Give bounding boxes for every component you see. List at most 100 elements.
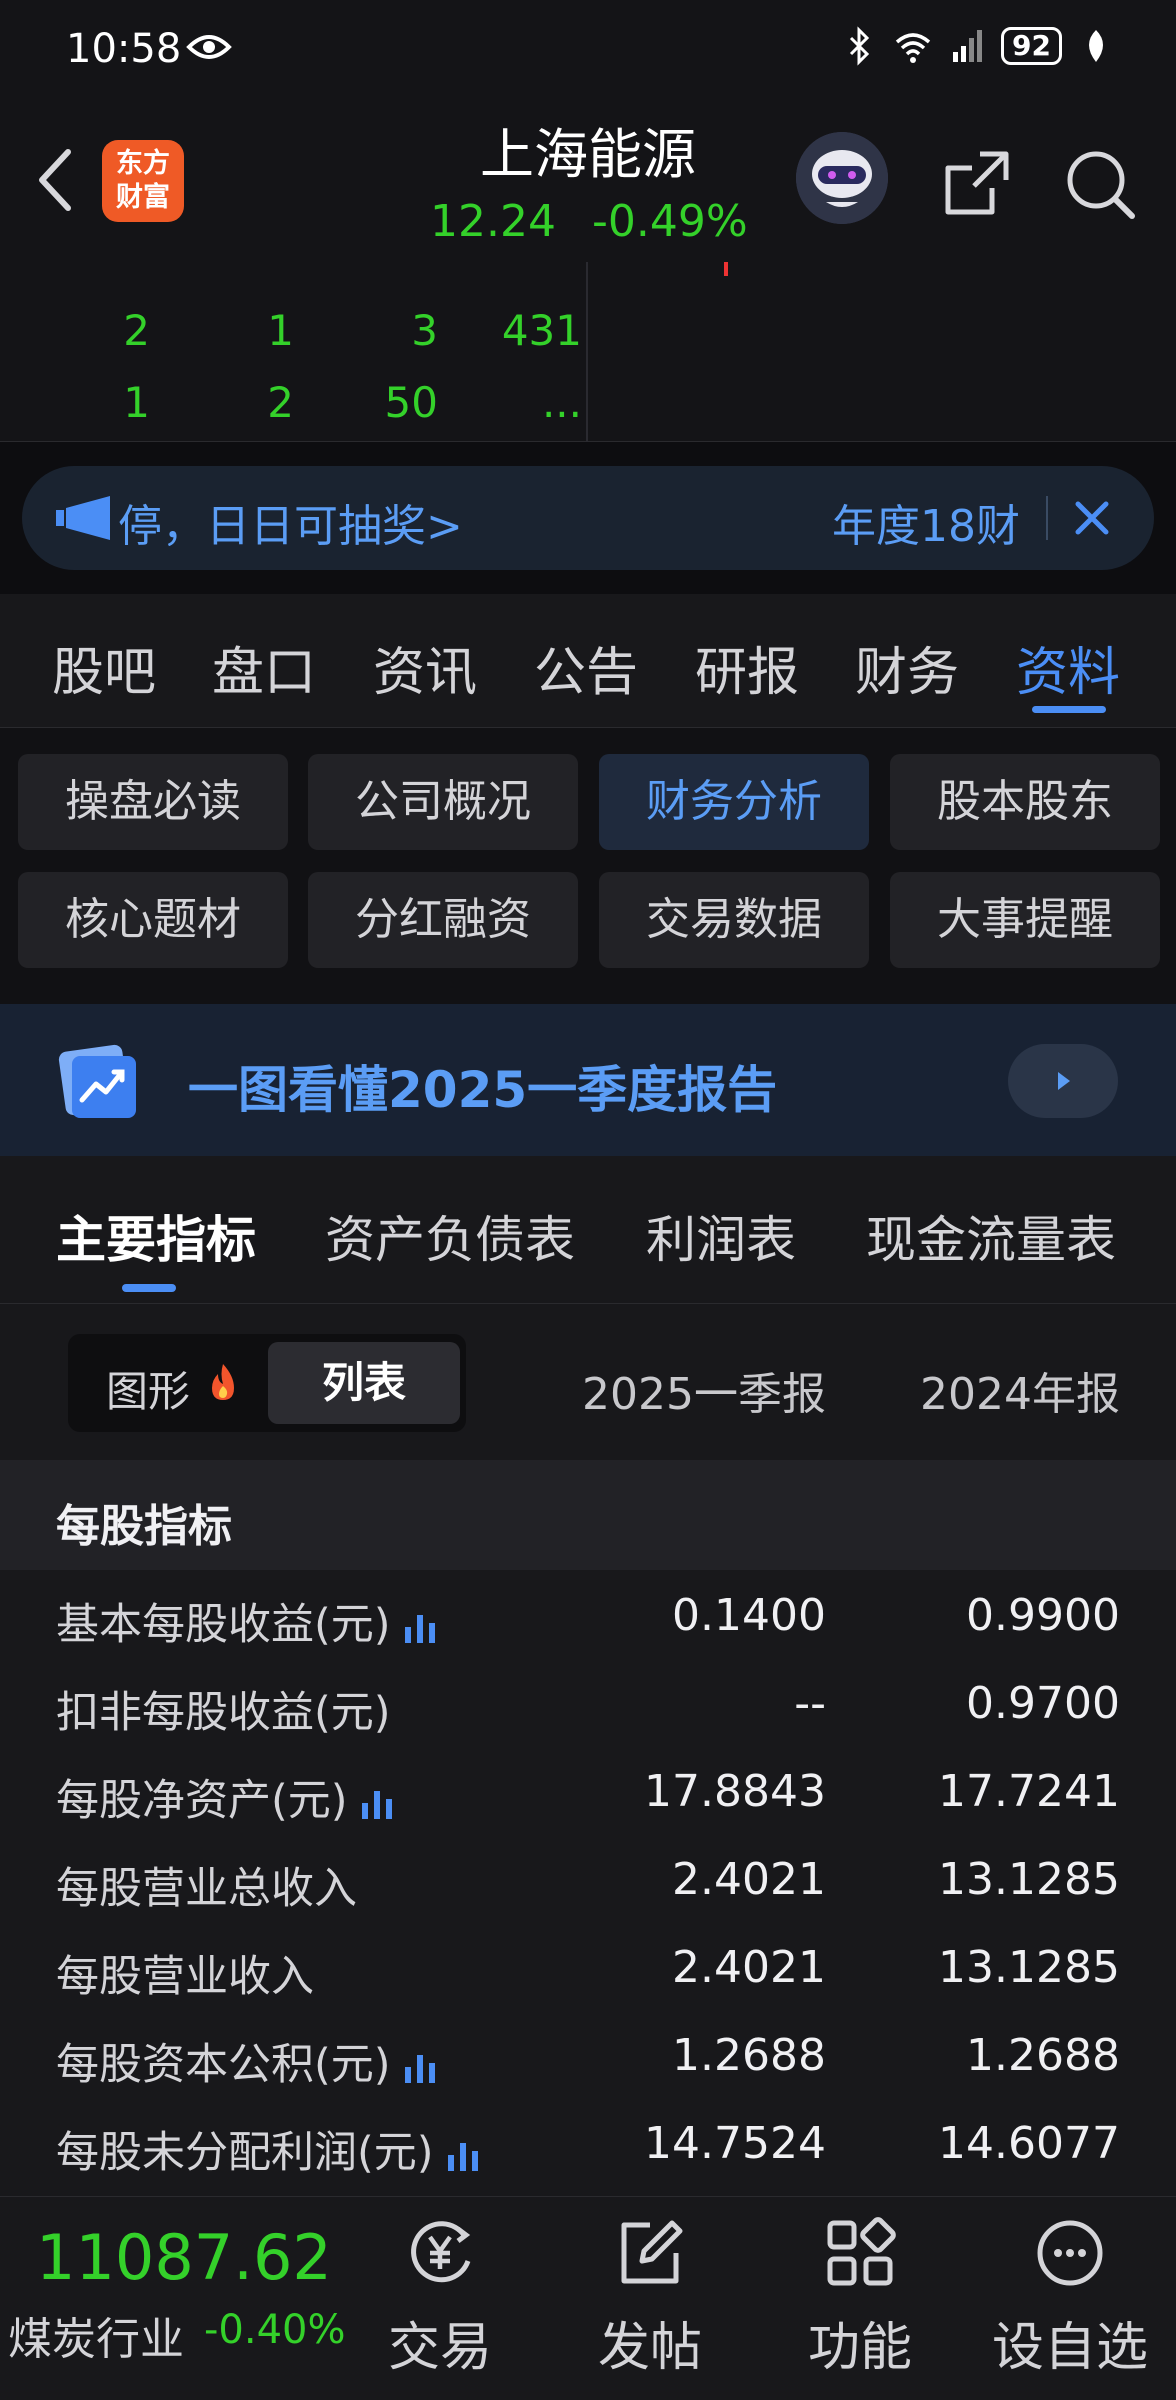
tab-news[interactable]: 资讯 xyxy=(373,630,477,705)
report-banner[interactable]: 一图看懂2025一季度报告 xyxy=(0,1004,1176,1156)
tab-finance[interactable]: 财务 xyxy=(855,630,959,705)
subnav-must-read[interactable]: 操盘必读 xyxy=(18,754,288,850)
row-label: 每股营业收入 xyxy=(56,1942,314,2004)
row-label-text: 基本每股收益(元) xyxy=(56,1600,391,1650)
table-row[interactable]: 每股净资产(元) 17.8843 17.7241 xyxy=(0,1746,1176,1834)
sector-index-value: 11087.62 xyxy=(36,2221,332,2294)
add-watchlist-label: 设自选 xyxy=(991,2318,1148,2378)
column-header-annual-2024[interactable]: 2024年报 xyxy=(920,1358,1120,1422)
share-icon[interactable] xyxy=(936,144,1016,224)
subnav-dividends[interactable]: 分红融资 xyxy=(308,872,578,968)
ob-cell: 1 xyxy=(123,378,150,427)
toggle-graph[interactable]: 图形 xyxy=(106,1358,190,1419)
bar-chart-icon[interactable] xyxy=(401,1609,439,1647)
tab-guba[interactable]: 股吧 xyxy=(52,630,156,705)
row-label-text: 每股营业收入 xyxy=(56,1952,314,2002)
ob-cell: 50 xyxy=(384,378,438,427)
profile-subnav: 操盘必读 公司概况 财务分析 股本股东 核心题材 分红融资 交易数据 大事提醒 xyxy=(0,728,1176,1004)
row-value-q1: 17.8843 xyxy=(644,1766,826,1817)
wifi-icon xyxy=(895,33,931,63)
bar-chart-icon[interactable] xyxy=(358,1785,396,1823)
sector-index-change: -0.40% xyxy=(204,2307,346,2353)
row-label-text: 每股净资产(元) xyxy=(56,1776,348,1826)
row-value-q1: 2.4021 xyxy=(672,1854,826,1905)
ob-cell: 2 xyxy=(123,306,150,355)
row-value-q1: 2.4021 xyxy=(672,1942,826,1993)
row-label: 每股资本公积(元) xyxy=(56,2030,439,2092)
search-icon[interactable] xyxy=(1060,144,1140,224)
row-label-text: 每股未分配利润(元) xyxy=(56,2128,434,2178)
notice-text: 停，日日可抽奖> xyxy=(118,501,463,552)
row-value-annual: 13.1285 xyxy=(938,1854,1120,1905)
notice-banner[interactable]: 停，日日可抽奖> 年度18财 xyxy=(22,466,1154,570)
post-button[interactable]: 发帖 xyxy=(550,2197,750,2400)
play-icon xyxy=(1058,1072,1070,1090)
close-icon[interactable] xyxy=(1064,490,1120,546)
row-value-annual: 13.1285 xyxy=(938,1942,1120,1993)
section-header: 每股指标 xyxy=(0,1460,1176,1570)
price-tick xyxy=(724,262,728,276)
subnav-events[interactable]: 大事提醒 xyxy=(890,872,1160,968)
table-row[interactable]: 扣非每股收益(元) -- 0.9700 xyxy=(0,1658,1176,1746)
view-toggle: 图形 列表 xyxy=(68,1334,466,1432)
row-label-text: 每股资本公积(元) xyxy=(56,2040,391,2090)
tab-profile[interactable]: 资料 xyxy=(1016,630,1120,705)
subnav-company-overview[interactable]: 公司概况 xyxy=(308,754,578,850)
tab-pankou[interactable]: 盘口 xyxy=(212,630,316,705)
tab-announcements[interactable]: 公告 xyxy=(534,630,638,705)
app-logo[interactable]: 东方 财富 xyxy=(102,140,184,222)
back-arrow-icon[interactable] xyxy=(24,140,84,220)
row-value-q1: 0.1400 xyxy=(672,1590,826,1641)
stock-change: -0.49% xyxy=(592,196,748,247)
subnav-shareholders[interactable]: 股本股东 xyxy=(890,754,1160,850)
subnav-core-themes[interactable]: 核心题材 xyxy=(18,872,288,968)
report-chart-icon xyxy=(58,1044,136,1118)
bottom-bar: 11087.62 煤炭行业 -0.40% 交易 发帖 功能 设自选 xyxy=(0,2196,1176,2400)
row-label: 每股营业总收入 xyxy=(56,1854,357,1916)
table-row[interactable]: 每股未分配利润(元) 14.7524 14.6077 xyxy=(0,2098,1176,2186)
table-row[interactable]: 每股资本公积(元) 1.2688 1.2688 xyxy=(0,2010,1176,2098)
subnav-trading-data[interactable]: 交易数据 xyxy=(599,872,869,968)
tab-key-indicators[interactable]: 主要指标 xyxy=(56,1200,256,1272)
notice-area: 停，日日可抽奖> 年度18财 xyxy=(0,442,1176,594)
order-book-row: 1 2 50 ... xyxy=(0,378,586,438)
status-bar: 10:58 92 xyxy=(0,0,1176,100)
subnav-financial-analysis[interactable]: 财务分析 xyxy=(599,754,869,850)
order-book-row: 2 1 3 431 xyxy=(0,306,586,366)
row-value-annual: 17.7241 xyxy=(938,1766,1120,1817)
indicator-table: 基本每股收益(元) 0.1400 0.9900 扣非每股收益(元) -- 0.9… xyxy=(0,1570,1176,2196)
table-row[interactable]: 基本每股收益(元) 0.1400 0.9900 xyxy=(0,1570,1176,1658)
megaphone-icon xyxy=(56,496,110,540)
report-play-button[interactable] xyxy=(1008,1044,1118,1118)
more-dots-icon xyxy=(1037,2220,1103,2286)
ai-assistant-icon[interactable] xyxy=(796,132,888,224)
bar-chart-icon[interactable] xyxy=(401,2049,439,2087)
tab-research[interactable]: 研报 xyxy=(695,630,799,705)
ob-cell: ... xyxy=(541,378,582,427)
ob-cell: 1 xyxy=(267,306,294,355)
tab-balance-sheet[interactable]: 资产负债表 xyxy=(325,1200,575,1272)
row-label: 扣非每股收益(元) xyxy=(56,1678,391,1740)
tab-cash-flow[interactable]: 现金流量表 xyxy=(866,1200,1116,1272)
functions-button[interactable]: 功能 xyxy=(760,2197,960,2400)
add-watchlist-button[interactable]: 设自选 xyxy=(970,2197,1170,2400)
table-header: 图形 列表 2025一季报 2024年报 xyxy=(0,1304,1176,1460)
logo-line-1: 东方 xyxy=(116,148,170,179)
table-row[interactable]: 每股营业总收入 2.4021 13.1285 xyxy=(0,1834,1176,1922)
trade-label: 交易 xyxy=(387,2318,492,2378)
table-row[interactable]: 每股营业收入 2.4021 13.1285 xyxy=(0,1922,1176,2010)
bar-chart-icon[interactable] xyxy=(444,2137,482,2175)
toggle-list[interactable]: 列表 xyxy=(268,1342,460,1424)
trade-button[interactable]: 交易 xyxy=(340,2197,540,2400)
tab-income-statement[interactable]: 利润表 xyxy=(646,1200,796,1272)
row-value-annual: 14.6077 xyxy=(938,2118,1120,2169)
post-label: 发帖 xyxy=(597,2318,702,2378)
column-header-q1-2025[interactable]: 2025一季报 xyxy=(582,1358,826,1422)
row-label-text: 扣非每股收益(元) xyxy=(56,1688,391,1738)
grid-icon xyxy=(827,2217,896,2286)
signal-icon xyxy=(953,30,983,62)
stock-header: 东方 财富 上海能源 12.24 -0.49% xyxy=(0,100,1176,262)
row-label-text: 每股营业总收入 xyxy=(56,1864,357,1914)
row-value-annual: 0.9700 xyxy=(966,1678,1120,1729)
row-value-q1: 1.2688 xyxy=(672,2030,826,2081)
